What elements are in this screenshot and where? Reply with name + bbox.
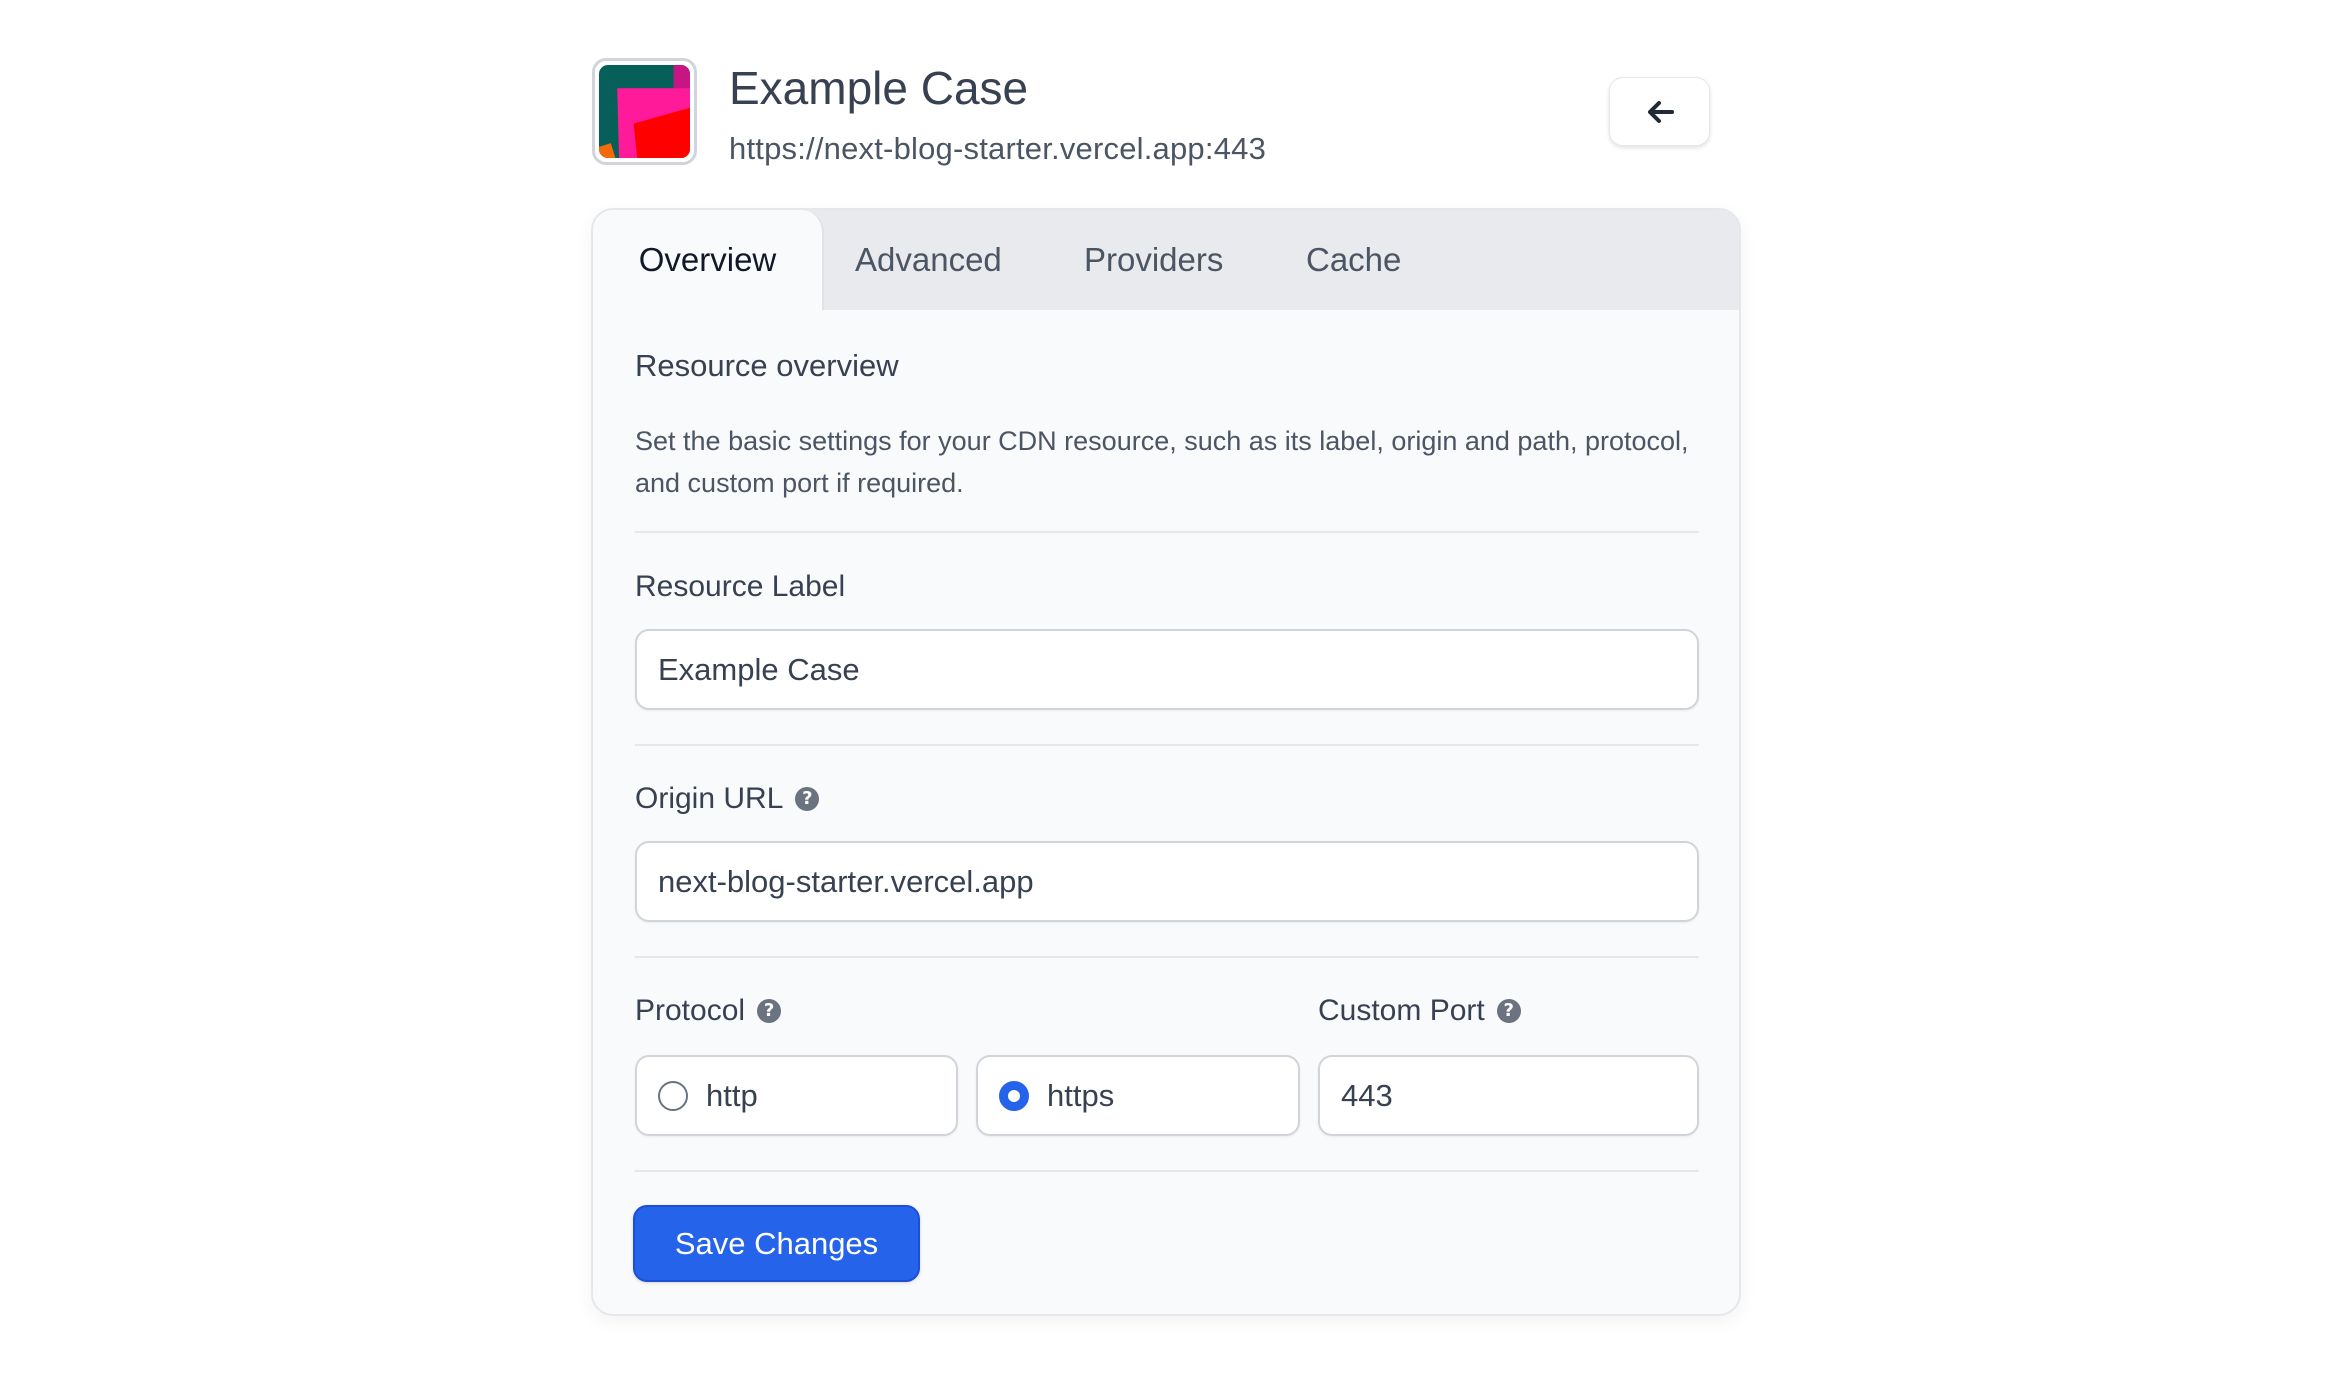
tab-overview[interactable]: Overview <box>593 210 824 310</box>
question-circle-icon[interactable]: ? <box>1496 999 1521 1023</box>
tab-label: Cache <box>1306 241 1402 278</box>
label-text: Origin URL <box>635 782 784 815</box>
back-button[interactable] <box>1609 77 1710 146</box>
option-label: https <box>1047 1077 1115 1113</box>
label-text: Protocol <box>635 994 746 1027</box>
tab-label: Providers <box>1084 241 1224 278</box>
divider <box>635 1170 1699 1172</box>
section-description: Set the basic settings for your CDN reso… <box>635 426 1689 498</box>
protocol-label: Protocol ? <box>635 994 782 1028</box>
resource-logo <box>592 58 697 165</box>
tab-advanced[interactable]: Advanced <box>855 210 1002 310</box>
protocol-option-http[interactable]: http <box>635 1055 958 1136</box>
tab-cache[interactable]: Cache <box>1306 210 1401 310</box>
custom-port-input[interactable]: 443 <box>1318 1055 1699 1136</box>
input-value: next-blog-starter.vercel.app <box>658 863 1034 899</box>
label-text: Custom Port <box>1318 994 1485 1027</box>
arrow-left-icon <box>1647 100 1674 123</box>
resource-url: https://next-blog-starter.vercel.app:443 <box>729 131 1267 166</box>
input-value: Example Case <box>658 651 860 687</box>
resource-label-label: Resource Label <box>635 570 845 604</box>
custom-port-label: Custom Port ? <box>1318 994 1521 1028</box>
radio-checked[interactable] <box>999 1080 1029 1111</box>
resource-label-input[interactable]: Example Case <box>635 629 1699 710</box>
question-circle-icon[interactable]: ? <box>795 787 820 811</box>
label-text: Resource Label <box>635 570 846 603</box>
divider <box>635 956 1699 958</box>
tab-bar: Overview Advanced Providers Cache <box>593 210 1739 310</box>
tab-label: Advanced <box>855 241 1002 278</box>
question-circle-icon[interactable]: ? <box>757 999 782 1023</box>
option-label: http <box>706 1077 758 1113</box>
button-label: Save Changes <box>674 1225 879 1261</box>
tab-label: Overview <box>638 241 777 278</box>
divider <box>635 744 1699 746</box>
page-title: Example Case <box>729 62 1029 114</box>
divider <box>635 531 1699 533</box>
logo-image <box>599 65 690 158</box>
section-title: Resource overview <box>635 348 899 383</box>
radio-unchecked[interactable] <box>658 1080 688 1111</box>
protocol-option-https[interactable]: https <box>976 1055 1300 1136</box>
origin-url-label: Origin URL ? <box>635 782 820 816</box>
resource-settings-card: Overview Advanced Providers Cache Resour… <box>591 208 1741 1316</box>
input-value: 443 <box>1341 1077 1393 1113</box>
origin-url-input[interactable]: next-blog-starter.vercel.app <box>635 841 1699 922</box>
tab-providers[interactable]: Providers <box>1084 210 1223 310</box>
save-changes-button[interactable]: Save Changes <box>633 1205 920 1282</box>
